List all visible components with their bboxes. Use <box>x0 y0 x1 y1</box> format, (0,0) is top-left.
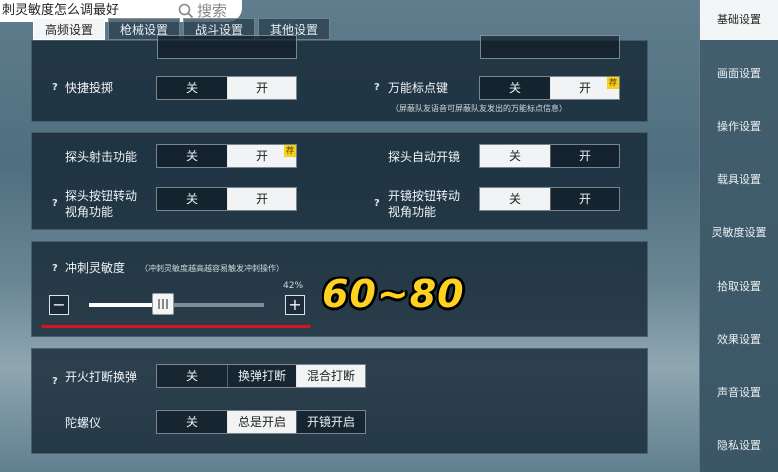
sidebar-item-sensitivity[interactable]: 灵敏度设置 <box>700 213 778 253</box>
tab-high-frequency[interactable]: 高频设置 <box>33 18 105 40</box>
sidebar-item-privacy[interactable]: 隐私设置 <box>700 426 778 466</box>
peek-fire-on[interactable]: 开 荐 <box>227 145 296 167</box>
peek-auto-scope-off[interactable]: 关 <box>480 145 550 167</box>
peek-fire-label: 探头射击功能 <box>65 150 138 164</box>
scope-rotate-off[interactable]: 关 <box>480 188 550 210</box>
scope-rotate-label-line2: 视角功能 <box>388 205 437 219</box>
quick-throw-label: 快捷投掷 <box>65 81 114 95</box>
scope-rotate-label-line1: 开镜按钮转动 <box>388 189 461 203</box>
decrease-button[interactable]: − <box>49 295 69 315</box>
peek-fire-on-label: 开 <box>255 149 268 163</box>
help-icon[interactable]: ? <box>52 82 58 93</box>
gyro-scope-on[interactable]: 开镜开启 <box>296 411 365 433</box>
overlay-annotation: 60~80 <box>322 272 465 316</box>
gyro-off[interactable]: 关 <box>157 411 227 433</box>
peek-rotate-label-line2: 视角功能 <box>65 205 114 219</box>
page-title: 刺灵敏度怎么调最好 <box>2 3 120 18</box>
fire-interrupt-reload[interactable]: 换弹打断 <box>227 365 296 387</box>
slider-thumb[interactable] <box>151 293 174 315</box>
search-icon <box>178 3 194 19</box>
sidebar-item-graphics[interactable]: 画面设置 <box>700 54 778 94</box>
marker-key-toggle[interactable]: 关 开 荐 <box>479 76 620 100</box>
gyro-label: 陀螺仪 <box>65 416 102 430</box>
help-icon[interactable]: ? <box>374 198 380 209</box>
slider-thumb-grip <box>161 299 164 309</box>
sprint-sensitivity-slider[interactable] <box>89 293 264 315</box>
increase-button[interactable]: + <box>285 295 305 315</box>
marker-key-note: （屏蔽队友语音可屏蔽队友发出的万能标点信息） <box>391 104 567 113</box>
peek-fire-off[interactable]: 关 <box>157 145 227 167</box>
gyro-toggle[interactable]: 关 总是开启 开镜开启 <box>156 410 366 434</box>
sidebar-item-effects[interactable]: 效果设置 <box>700 320 778 360</box>
gyro-always-on[interactable]: 总是开启 <box>227 411 296 433</box>
quick-throw-off[interactable]: 关 <box>157 77 227 99</box>
help-icon[interactable]: ? <box>374 82 380 93</box>
peek-rotate-label-line1: 探头按钮转动 <box>65 189 138 203</box>
peek-rotate-toggle[interactable]: 关 开 <box>156 187 297 211</box>
settings-sidebar: 基础设置 画面设置 操作设置 载具设置 灵敏度设置 拾取设置 效果设置 声音设置… <box>699 0 778 472</box>
sprint-sensitivity-percent: 42% <box>283 281 304 291</box>
peek-rotate-on[interactable]: 开 <box>227 188 296 210</box>
sprint-sensitivity-note: （冲刺灵敏度越高越容易触发冲刺操作） <box>140 264 284 273</box>
fire-interrupt-label: 开火打断换弹 <box>65 370 138 384</box>
recommend-badge: 荐 <box>284 145 296 157</box>
sidebar-item-vehicle[interactable]: 载具设置 <box>700 160 778 200</box>
help-icon[interactable]: ? <box>52 198 58 209</box>
fire-interrupt-toggle[interactable]: 关 换弹打断 混合打断 <box>156 364 366 388</box>
peek-auto-scope-on[interactable]: 开 <box>550 145 619 167</box>
sprint-sensitivity-label: 冲刺灵敏度 <box>65 261 126 275</box>
highlight-underline <box>41 325 311 328</box>
help-icon[interactable]: ? <box>52 376 58 387</box>
fire-interrupt-off[interactable]: 关 <box>157 365 227 387</box>
sidebar-item-controls[interactable]: 操作设置 <box>700 107 778 147</box>
sidebar-item-basic[interactable]: 基础设置 <box>700 0 778 40</box>
hidden-toggle-left[interactable] <box>157 35 297 59</box>
sidebar-item-pickup[interactable]: 拾取设置 <box>700 267 778 307</box>
quick-throw-on[interactable]: 开 <box>227 77 296 99</box>
marker-key-label: 万能标点键 <box>388 81 449 95</box>
marker-key-on-label: 开 <box>578 81 591 95</box>
quick-throw-toggle[interactable]: 关 开 <box>156 76 297 100</box>
peek-auto-scope-label: 探头自动开镜 <box>388 150 461 164</box>
scope-rotate-on[interactable]: 开 <box>550 188 619 210</box>
hidden-toggle-right[interactable] <box>480 35 620 59</box>
help-icon[interactable]: ? <box>52 263 58 274</box>
peek-rotate-off[interactable]: 关 <box>157 188 227 210</box>
sidebar-item-sound[interactable]: 声音设置 <box>700 373 778 413</box>
peek-fire-toggle[interactable]: 关 开 荐 <box>156 144 297 168</box>
marker-key-on[interactable]: 开 荐 <box>550 77 619 99</box>
peek-auto-scope-toggle[interactable]: 关 开 <box>479 144 620 168</box>
slider-thumb-grip <box>165 299 168 309</box>
fire-interrupt-mixed[interactable]: 混合打断 <box>296 365 365 387</box>
recommend-badge: 荐 <box>607 77 619 89</box>
scope-rotate-toggle[interactable]: 关 开 <box>479 187 620 211</box>
marker-key-off[interactable]: 关 <box>480 77 550 99</box>
slider-thumb-grip <box>157 299 160 309</box>
